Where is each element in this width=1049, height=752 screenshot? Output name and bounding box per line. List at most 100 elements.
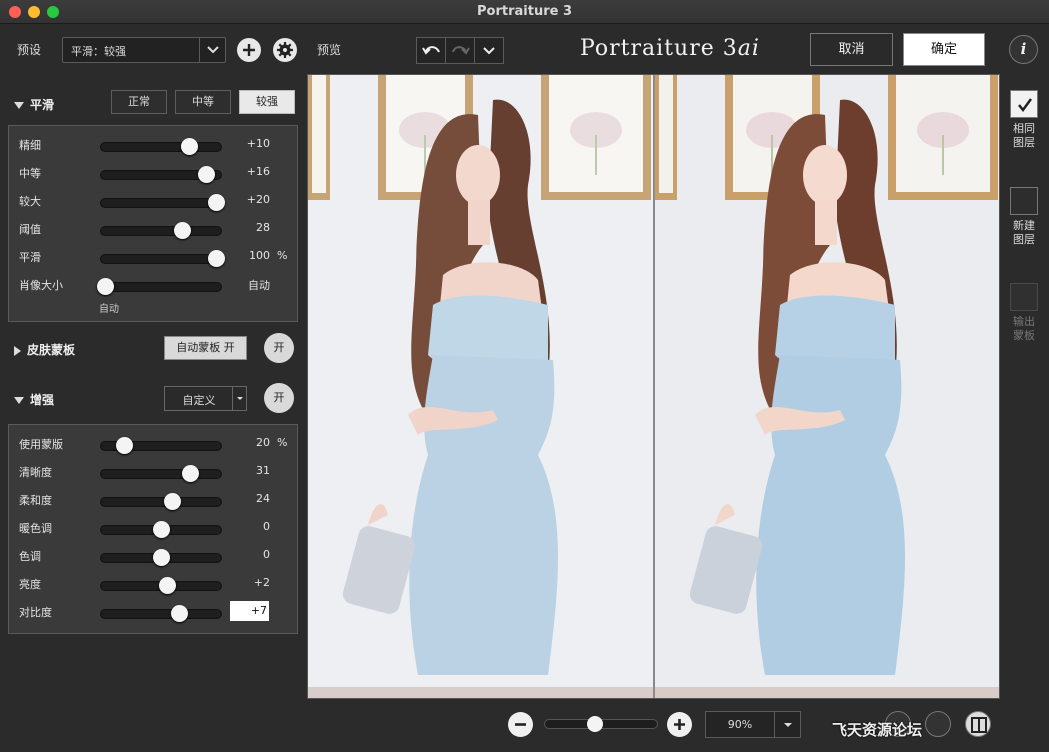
history-controls [416, 37, 504, 64]
zoom-slider-knob[interactable] [587, 716, 604, 732]
smoothing-section-toggle[interactable]: 平滑 [14, 96, 54, 113]
auto-mask-button[interactable]: 自动蒙板 开 [164, 336, 247, 360]
slider-row: 平滑 100% [9, 242, 299, 270]
slider-knob[interactable] [153, 549, 170, 566]
enhance-toggle[interactable]: 开 [264, 383, 294, 413]
zoom-out-button[interactable] [508, 712, 533, 737]
window-title: Portraiture 3 [477, 4, 572, 19]
same-layer-checkbox[interactable] [1010, 90, 1038, 118]
slider-knob[interactable] [171, 605, 189, 622]
after-preview [655, 75, 999, 698]
chevron-down-icon[interactable] [199, 38, 225, 62]
history-dropdown[interactable] [475, 38, 504, 63]
slider-label: 平滑 [19, 251, 41, 264]
slider-row: 较大 +20 [9, 186, 299, 214]
preset-value: 平滑：较强 [71, 45, 126, 58]
mask-view-button[interactable] [925, 711, 951, 737]
before-preview [308, 75, 653, 698]
chevron-down-icon[interactable] [232, 387, 246, 410]
plus-icon [243, 44, 255, 56]
portrait-size-auto-label: 自动 [99, 304, 119, 315]
slider-value: 28 [256, 221, 270, 234]
slider-track[interactable] [100, 609, 222, 619]
slider-knob[interactable] [116, 437, 134, 454]
slider-value: +16 [246, 165, 270, 178]
chevron-down-icon [483, 47, 495, 55]
slider-knob[interactable] [181, 138, 199, 155]
slider-knob[interactable] [207, 250, 225, 267]
preview-area[interactable] [307, 74, 1000, 699]
ok-button[interactable]: 确定 [903, 33, 985, 66]
slider-knob[interactable] [96, 278, 114, 295]
slider-value: 0 [263, 548, 270, 561]
smoothing-mode-button[interactable]: 中等 [175, 90, 231, 114]
add-preset-button[interactable] [237, 38, 261, 62]
enhance-preset-value: 自定义 [182, 394, 216, 407]
checkmark-icon [1018, 98, 1033, 113]
skin-mask-section-toggle[interactable]: 皮肤蒙板 [14, 341, 75, 358]
zoom-in-button[interactable] [667, 712, 692, 737]
slider-track[interactable] [100, 282, 222, 292]
redo-button[interactable] [446, 38, 475, 63]
portrait-image-after [655, 75, 999, 698]
chevron-down-icon[interactable] [774, 712, 800, 737]
slider-knob[interactable] [207, 194, 225, 211]
smoothing-mode-button[interactable]: 正常 [111, 90, 167, 114]
slider-value: +2 [253, 576, 270, 589]
plus-icon [674, 719, 685, 730]
slider-knob[interactable] [163, 493, 181, 510]
slider-knob[interactable] [182, 465, 200, 482]
slider-track[interactable] [100, 142, 222, 152]
info-button[interactable]: i [1009, 35, 1038, 64]
slider-knob[interactable] [153, 521, 170, 538]
enhance-title: 增强 [30, 393, 55, 407]
slider-label: 对比度 [19, 606, 52, 619]
slider-value: 100 [249, 249, 270, 262]
smoothing-mode-button[interactable]: 较强 [239, 90, 295, 114]
slider-knob[interactable] [198, 166, 216, 183]
preset-settings-button[interactable] [273, 38, 297, 62]
slider-row: 使用蒙版 20% [9, 429, 299, 457]
slider-row: 中等 +16 [9, 158, 299, 186]
portrait-image-before [308, 75, 653, 698]
redo-icon [452, 46, 470, 55]
zoom-select[interactable]: 90% [705, 711, 801, 738]
enhance-preset-select[interactable]: 自定义 [164, 386, 247, 411]
split-view-button[interactable] [965, 711, 991, 737]
skin-mask-toggle[interactable]: 开 [264, 333, 294, 363]
slider-label: 精细 [19, 139, 41, 152]
slider-value-input[interactable]: +7 [230, 601, 269, 621]
slider-knob[interactable] [159, 577, 177, 594]
slider-value: 20 [256, 436, 270, 449]
preset-select[interactable]: 平滑：较强 [62, 37, 226, 63]
slider-row: 肖像大小 自动 [9, 270, 299, 298]
slider-track[interactable] [100, 226, 222, 236]
slider-label: 使用蒙版 [19, 438, 63, 451]
top-toolbar: 预设 平滑：较强 预览 Portraiture 3ai 取消 确定 i [0, 24, 1049, 74]
slider-value: 自动 [248, 279, 270, 292]
slider-track[interactable] [100, 469, 222, 479]
minus-icon [515, 723, 526, 726]
triangle-down-icon [14, 397, 24, 404]
slider-row: 色调 0 [9, 541, 299, 569]
smoothing-panel: 精细 +10 中等 +16 较大 +20 阈值 28 平滑 100% 肖像大小 自动 自动 [8, 125, 298, 322]
slider-value: 0 [263, 520, 270, 533]
slider-knob[interactable] [173, 222, 191, 239]
slider-value: 31 [256, 464, 270, 477]
cancel-button[interactable]: 取消 [810, 33, 893, 66]
slider-track[interactable] [100, 198, 222, 208]
slider-value: +20 [246, 193, 270, 206]
slider-row: 暖色调 0 [9, 513, 299, 541]
undo-button[interactable] [417, 38, 446, 63]
slider-row: 精细 +10 [9, 130, 299, 158]
slider-label: 较大 [19, 195, 41, 208]
slider-label: 暖色调 [19, 522, 52, 535]
new-layer-checkbox[interactable] [1010, 187, 1038, 215]
slider-unit: % [277, 249, 288, 262]
slider-track[interactable] [100, 254, 222, 264]
gear-icon [277, 42, 293, 58]
output-mask-checkbox [1010, 283, 1038, 311]
enhance-section-toggle[interactable]: 增强 [14, 391, 54, 408]
slider-track[interactable] [100, 497, 222, 507]
new-layer-label: 新建图层 [1013, 219, 1035, 246]
